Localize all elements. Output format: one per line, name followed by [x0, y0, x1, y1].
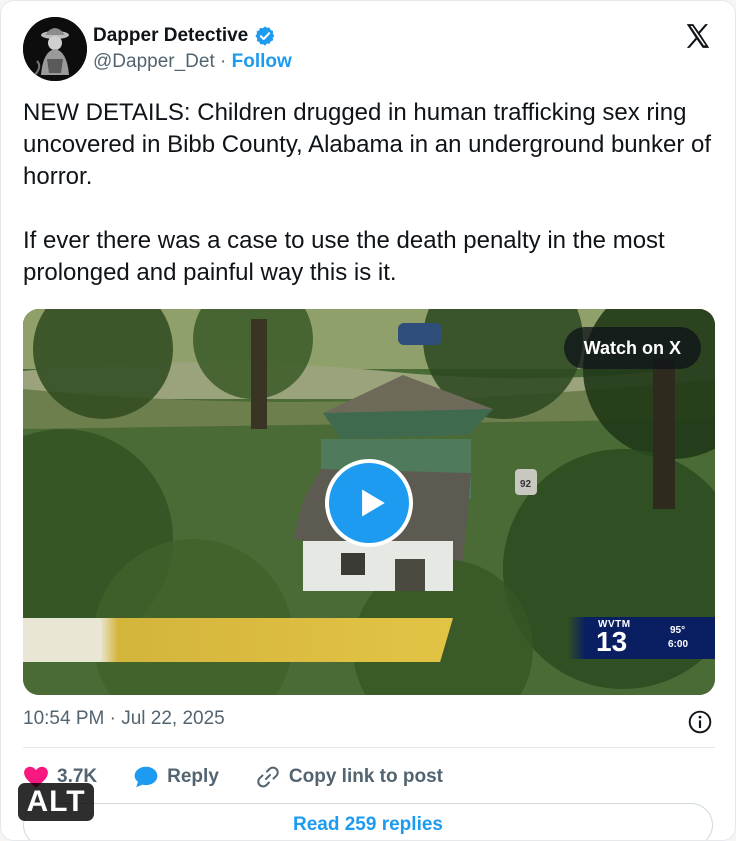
station-number: 13	[596, 626, 628, 657]
reply-label: Reply	[167, 766, 219, 787]
display-name[interactable]: Dapper Detective	[93, 25, 248, 47]
watch-on-x-button[interactable]: Watch on X	[563, 327, 701, 369]
link-icon	[257, 766, 279, 788]
follow-link[interactable]: Follow	[232, 51, 292, 72]
detective-avatar-image	[23, 17, 87, 81]
tweet-text: NEW DETAILS: Children drugged in human t…	[23, 99, 712, 286]
info-icon[interactable]	[687, 709, 713, 735]
video-thumbnail[interactable]: 92 Watch on X WVTM 13 95° 6:00	[23, 309, 715, 695]
avatar[interactable]	[23, 17, 87, 81]
temperature-readout: 95°	[670, 625, 686, 636]
house-number: 92	[520, 479, 532, 490]
station-bug: WVTM 13 95° 6:00	[568, 617, 715, 659]
copy-link-button[interactable]: Copy link to post	[255, 765, 443, 789]
handle-separator: ·	[214, 51, 232, 72]
author-name-row: Dapper Detective	[93, 23, 276, 49]
read-replies-button[interactable]: Read 259 replies	[23, 803, 713, 840]
divider	[23, 747, 715, 748]
x-logo-icon[interactable]	[683, 21, 713, 51]
handle-row: @Dapper_Det · Follow	[93, 51, 292, 73]
handle[interactable]: @Dapper_Det	[93, 51, 215, 72]
news-lower-third-banner	[23, 618, 453, 662]
post-timestamp[interactable]: 10:54 PM · Jul 22, 2025	[23, 708, 225, 730]
reply-button[interactable]: Reply	[133, 765, 219, 789]
speech-bubble-icon	[134, 766, 158, 788]
copy-link-label: Copy link to post	[288, 766, 443, 787]
clock-readout: 6:00	[668, 639, 689, 650]
alt-text-badge[interactable]: ALT	[18, 783, 94, 821]
play-icon	[362, 489, 385, 517]
play-button[interactable]	[325, 459, 413, 547]
verified-badge-icon	[254, 25, 276, 47]
tweet-card: Dapper Detective @Dapper_Det · Follow NE…	[0, 0, 736, 841]
